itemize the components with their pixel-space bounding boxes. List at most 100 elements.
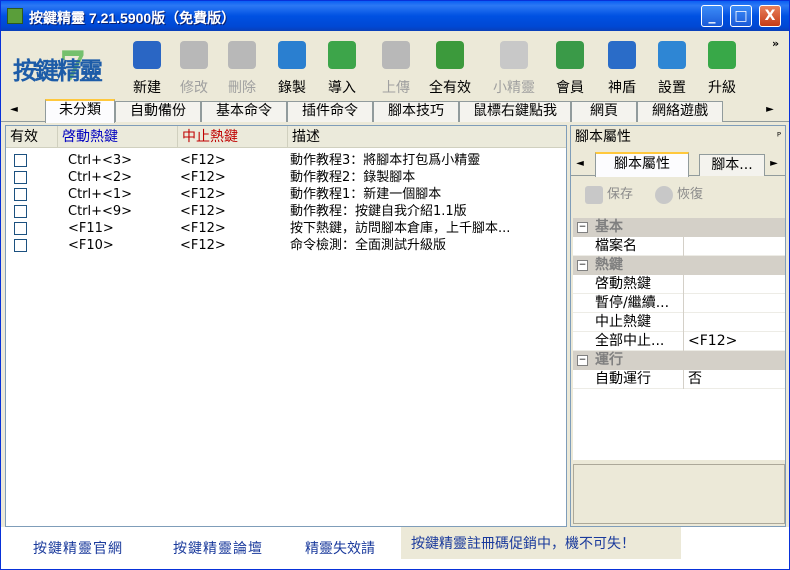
toolbar-button-9[interactable]: 神盾 [599,39,645,97]
enabled-checkbox[interactable] [14,154,27,167]
title-bar[interactable]: 按鍵精靈 7.21.5900版（免費版） _ □ X [1,1,789,31]
property-row[interactable]: 檔案名 [573,237,785,256]
tab-category-5[interactable]: 鼠標右鍵點我 [459,101,571,122]
column-header-enabled[interactable]: 有效 [6,126,58,148]
property-row[interactable]: 啓動熱鍵 [573,275,785,294]
column-header-stop-hotkey[interactable]: 中止熱鍵 [178,126,288,148]
toolbar-button-4[interactable]: 導入 [319,39,365,97]
tab-scroll-left-button[interactable]: ◄ [7,102,21,118]
column-header-start-hotkey[interactable]: 啓動熱鍵 [58,126,178,148]
app-icon[interactable] [7,8,23,24]
property-category-label: 基本 [595,219,623,235]
collapse-icon[interactable]: − [577,260,588,271]
forum-link[interactable]: 按鍵精靈論壇 [173,538,263,558]
script-properties-panel: 腳本屬性 ᴾ ◄ 腳本屬性 腳本... ► 保存 恢復 − 基本 檔案名 − 熱鍵 啓動熱… [570,125,786,527]
table-row[interactable]: Ctrl+<2> <F12> 動作教程2：錄製腳本 [6,169,566,186]
toolbar-button-0[interactable]: 新建 [124,39,170,97]
official-site-link[interactable]: 按鍵精靈官網 [33,538,123,558]
start-hotkey-cell: <F11> [68,221,114,236]
tab-category-0[interactable]: 未分類 [45,99,115,123]
property-name: 檔案名 [595,238,637,254]
property-category[interactable]: − 基本 [573,218,785,237]
toolbar-button-1[interactable]: 修改 [171,39,217,97]
maximize-button[interactable]: □ [730,5,752,27]
toolbar-button-label: 升級 [708,80,736,96]
restore-button[interactable]: 恢復 [655,184,703,206]
tab-category-2[interactable]: 基本命令 [201,101,287,122]
property-row[interactable]: 中止熱鍵 [573,313,785,332]
tab-category-1[interactable]: 自動備份 [115,101,201,122]
property-grid[interactable]: − 基本 檔案名 − 熱鍵 啓動熱鍵 暫停/繼續... 中止熱鍵 全部中止... <F12> − 運行… [573,218,785,460]
property-name: 全部中止... [595,333,665,349]
description-cell: 動作教程2：錄製腳本 [290,170,416,185]
toolbar-overflow-button[interactable]: » [772,37,779,50]
save-button[interactable]: 保存 [585,184,633,206]
stop-hotkey-cell: <F12> [180,153,226,168]
upgrade-icon [708,41,736,69]
tab-script-properties[interactable]: 腳本屬性 [595,152,689,177]
property-category[interactable]: − 運行 [573,351,785,370]
table-row[interactable]: Ctrl+<3> <F12> 動作教程3：將腳本打包爲小精靈 [6,152,566,169]
enable-all-icon [436,41,464,69]
tab-category-3[interactable]: 插件命令 [287,101,373,122]
property-value[interactable] [683,275,785,294]
pin-icon[interactable]: ᴾ [777,126,781,148]
stop-hotkey-cell: <F12> [180,238,226,253]
table-row[interactable]: Ctrl+<1> <F12> 動作教程1：新建一個腳本 [6,186,566,203]
toolbar-button-3[interactable]: 錄製 [269,39,315,97]
tab-script-more[interactable]: 腳本... [699,154,765,176]
toolbar-button-10[interactable]: 設置 [649,39,695,97]
table-row[interactable]: <F11> <F12> 按下熱鍵，訪問腳本倉庫，上千腳本... [6,220,566,237]
enabled-checkbox[interactable] [14,171,27,184]
close-button[interactable]: X [759,5,781,27]
toolbar-button-11[interactable]: 升級 [699,39,745,97]
edit-icon [180,41,208,69]
toolbar-button-label: 刪除 [228,80,256,96]
tab-category-7[interactable]: 網絡遊戲 [637,101,723,122]
property-category[interactable]: − 熱鍵 [573,256,785,275]
start-hotkey-cell: Ctrl+<9> [68,204,133,219]
property-value[interactable]: 否 [683,370,785,389]
start-hotkey-cell: <F10> [68,238,114,253]
toolbar-button-label: 新建 [133,80,161,96]
collapse-icon[interactable]: − [577,355,588,366]
wizard-fail-link[interactable]: 精靈失效請 [305,538,375,558]
enabled-checkbox[interactable] [14,188,27,201]
column-header-description[interactable]: 描述 [288,126,566,148]
promo-link[interactable]: 按鍵精靈註冊碼促銷中，機不可失！ [411,533,635,553]
table-row[interactable]: Ctrl+<9> <F12> 動作教程：按鍵自我介紹1.1版 [6,203,566,220]
property-description-box [573,464,785,524]
property-value[interactable]: <F12> [683,332,785,351]
collapse-icon[interactable]: − [577,222,588,233]
toolbar-button-8[interactable]: 會員 [547,39,593,97]
property-row[interactable]: 自動運行 否 [573,370,785,389]
toolbar-button-5[interactable]: 上傳 [373,39,419,97]
toolbar-button-6[interactable]: 全有效 [427,39,473,97]
toolbar-button-2[interactable]: 刪除 [219,39,265,97]
toolbar-button-7[interactable]: 小精靈 [491,39,537,97]
stop-hotkey-cell: <F12> [180,187,226,202]
tab-category-4[interactable]: 腳本技巧 [373,101,459,122]
tab-category-6[interactable]: 網頁 [571,101,637,122]
enabled-checkbox[interactable] [14,205,27,218]
table-row[interactable]: <F10> <F12> 命令檢測：全面測試升級版 [6,237,566,254]
property-row[interactable]: 暫停/繼續... [573,294,785,313]
enabled-checkbox[interactable] [14,222,27,235]
main-window: 按鍵精靈 7.21.5900版（免費版） _ □ X 7 按鍵精靈 新建 修改 刪除… [0,0,790,570]
toolbar-button-label: 修改 [180,80,208,96]
properties-tab-right-button[interactable]: ► [767,156,781,172]
stop-hotkey-cell: <F12> [180,204,226,219]
delete-icon [228,41,256,69]
toolbar-button-label: 設置 [658,80,686,96]
property-row[interactable]: 全部中止... <F12> [573,332,785,351]
script-list[interactable]: 有效 啓動熱鍵 中止熱鍵 描述 Ctrl+<3> <F12> 動作教程3：將腳本打包… [5,125,567,527]
restore-button-label: 恢復 [677,187,704,202]
tab-scroll-right-button[interactable]: ► [763,102,777,118]
enabled-checkbox[interactable] [14,239,27,252]
properties-tab-left-button[interactable]: ◄ [573,156,587,172]
property-value[interactable] [683,313,785,332]
property-value[interactable] [683,294,785,313]
toolbar-button-label: 導入 [328,80,356,96]
minimize-button[interactable]: _ [701,5,723,27]
property-value[interactable] [683,237,785,256]
